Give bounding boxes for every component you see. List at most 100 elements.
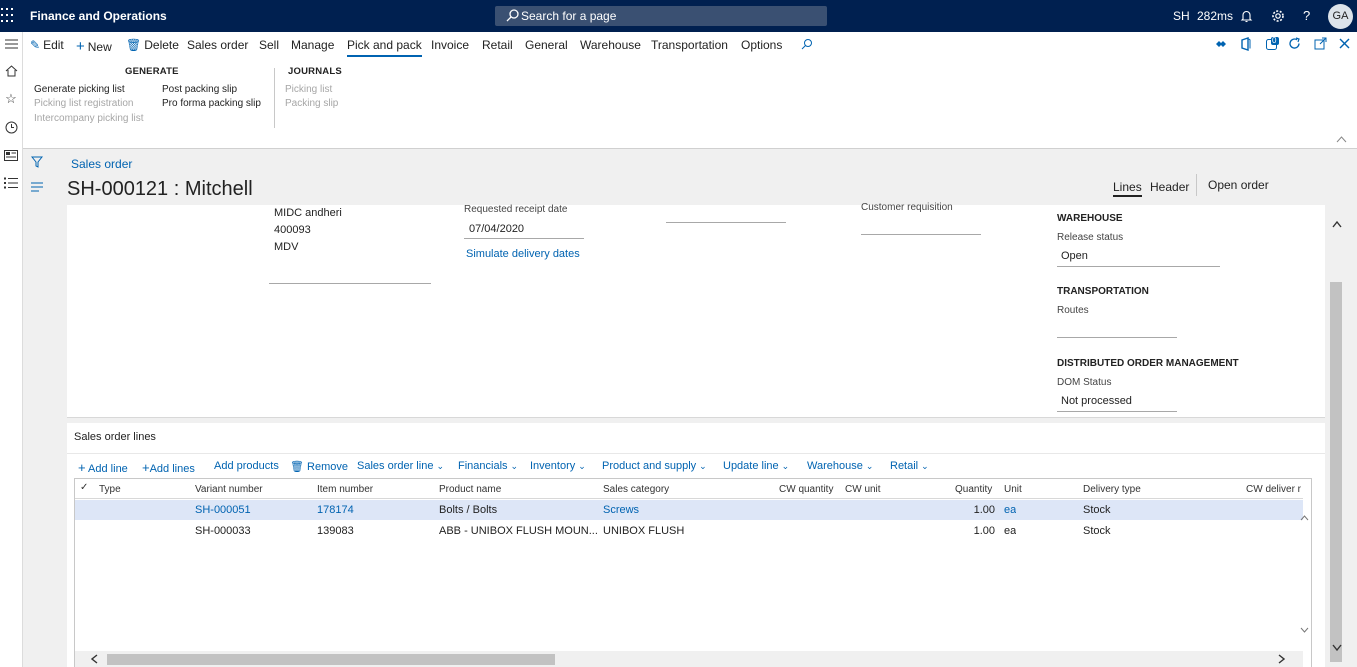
tab-transportation[interactable]: Transportation [651, 38, 728, 52]
grid-vertical-scrollbar[interactable] [1299, 499, 1311, 644]
tab-invoice[interactable]: Invoice [431, 38, 469, 52]
grid-horizontal-scrollbar[interactable] [75, 651, 1303, 667]
warehouse-menu[interactable]: Warehouse ⌄ [807, 460, 873, 472]
product-and-supply-menu[interactable]: Product and supply ⌄ [602, 460, 707, 472]
cell-variant-number[interactable]: SH-000051 [195, 504, 251, 516]
column-header-item-number[interactable]: Item number [317, 484, 373, 495]
gear-icon[interactable] [1271, 9, 1285, 23]
modules-icon[interactable] [0, 174, 22, 192]
column-header-quantity[interactable]: Quantity [955, 484, 992, 495]
column-header-cw-deliver[interactable]: CW deliver r [1246, 484, 1303, 495]
picking-list-journal-button[interactable]: Picking list [285, 84, 332, 95]
tab-manage[interactable]: Manage [291, 38, 334, 52]
simulate-delivery-dates-link[interactable]: Simulate delivery dates [466, 248, 580, 260]
column-header-product-name[interactable]: Product name [439, 484, 501, 495]
add-lines-button[interactable]: +Add lines [142, 460, 195, 475]
filter-icon[interactable] [31, 156, 43, 168]
add-line-button[interactable]: + Add line [78, 460, 128, 475]
select-all-checkbox[interactable]: ✓ [80, 482, 88, 493]
tab-warehouse[interactable]: Warehouse [580, 38, 641, 52]
delete-button[interactable]: 🗑 Delete [126, 38, 179, 52]
cell-variant-number[interactable]: SH-000033 [195, 525, 251, 537]
scroll-up-icon[interactable] [1332, 221, 1342, 228]
table-row[interactable]: SH-000033 139083 ABB - UNIBOX FLUSH MOUN… [75, 521, 1303, 541]
scroll-down-icon[interactable] [1332, 644, 1342, 651]
list-icon[interactable] [31, 182, 43, 192]
grid-scroll-down-icon[interactable] [1300, 627, 1309, 633]
app-title[interactable]: Finance and Operations [30, 9, 167, 23]
customer-requisition-field[interactable] [861, 234, 981, 235]
grid-scroll-right-icon[interactable] [1278, 654, 1285, 664]
column-header-variant-number[interactable]: Variant number [195, 484, 263, 495]
cell-item-number[interactable]: 139083 [317, 525, 354, 537]
routes-field[interactable] [1057, 337, 1177, 338]
bell-icon[interactable] [1240, 9, 1253, 23]
generate-group-title: GENERATE [125, 66, 179, 77]
column-header-cw-unit[interactable]: CW unit [845, 484, 881, 495]
cell-sales-category[interactable]: UNIBOX FLUSH [603, 525, 684, 537]
hamburger-menu-icon[interactable] [0, 35, 22, 53]
refresh-icon[interactable] [1288, 37, 1301, 50]
retail-menu[interactable]: Retail ⌄ [890, 460, 929, 472]
office-icon[interactable] [1240, 37, 1252, 51]
grid-horizontal-scrollbar-thumb[interactable] [107, 654, 555, 665]
add-products-button[interactable]: Add products [214, 460, 279, 472]
search-input[interactable]: Search for a page [495, 6, 827, 26]
edit-button[interactable]: ✎ Edit [30, 38, 64, 52]
table-row[interactable]: SH-000051 178174 Bolts / Bolts Screws 1.… [75, 500, 1303, 520]
release-status-field[interactable]: Open [1061, 250, 1088, 262]
page-scrollbar[interactable] [1326, 205, 1357, 667]
home-icon[interactable] [0, 62, 22, 80]
clock-icon[interactable] [0, 118, 22, 136]
cell-sales-category[interactable]: Screws [603, 504, 639, 516]
update-line-menu[interactable]: Update line ⌄ [723, 460, 789, 472]
tab-sell[interactable]: Sell [259, 38, 279, 52]
post-packing-slip-button[interactable]: Post packing slip [162, 84, 237, 95]
intercompany-picking-list-button[interactable]: Intercompany picking list [34, 113, 144, 124]
breadcrumb[interactable]: Sales order [71, 157, 132, 171]
help-icon[interactable]: ? [1303, 8, 1310, 23]
inventory-menu[interactable]: Inventory ⌄ [530, 460, 586, 472]
page-scrollbar-thumb[interactable] [1330, 282, 1342, 662]
sales-order-line-menu[interactable]: Sales order line ⌄ [357, 460, 444, 472]
generate-picking-list-button[interactable]: Generate picking list [34, 84, 125, 95]
collapse-action-pane-icon[interactable] [1336, 136, 1347, 143]
packing-slip-journal-button[interactable]: Packing slip [285, 98, 338, 109]
avatar[interactable]: GA [1328, 4, 1353, 29]
cell-unit[interactable]: ea [1004, 525, 1016, 537]
remove-button[interactable]: 🗑 Remove [290, 460, 348, 473]
grid-scroll-left-icon[interactable] [91, 654, 98, 664]
open-new-window-icon[interactable] [1314, 37, 1327, 50]
financials-menu[interactable]: Financials ⌄ [458, 460, 518, 472]
app-launcher-icon[interactable] [0, 8, 14, 24]
sales-order-lines-title[interactable]: Sales order lines [74, 431, 156, 443]
company-picker[interactable]: SH [1173, 9, 1190, 23]
tab-lines[interactable]: Lines [1113, 180, 1142, 197]
pro-forma-packing-slip-button[interactable]: Pro forma packing slip [162, 98, 261, 109]
search-actions-icon[interactable] [801, 38, 813, 50]
dom-status-field[interactable]: Not processed [1061, 395, 1132, 407]
picking-list-registration-button[interactable]: Picking list registration [34, 98, 133, 109]
tab-header[interactable]: Header [1150, 180, 1189, 194]
grid-header-row: ✓ Type Variant number Item number Produc… [75, 479, 1303, 499]
diamond-icon[interactable] [1215, 39, 1227, 49]
cell-unit[interactable]: ea [1004, 504, 1016, 516]
star-icon[interactable]: ☆ [0, 90, 22, 108]
column-header-delivery-type[interactable]: Delivery type [1083, 484, 1141, 495]
requested-receipt-date-field[interactable]: 07/04/2020 [469, 223, 524, 235]
tab-general[interactable]: General [525, 38, 568, 52]
tab-pick-and-pack[interactable]: Pick and pack [347, 38, 422, 57]
cell-item-number[interactable]: 178174 [317, 504, 354, 516]
new-button[interactable]: + New [76, 38, 112, 55]
column-header-cw-quantity[interactable]: CW quantity [779, 484, 833, 495]
tab-sales-order[interactable]: Sales order [187, 38, 248, 52]
column-header-sales-category[interactable]: Sales category [603, 484, 669, 495]
column-header-unit[interactable]: Unit [1004, 484, 1022, 495]
grid-scroll-up-icon[interactable] [1300, 515, 1309, 521]
chevron-down-icon: ⌄ [781, 461, 790, 471]
close-icon[interactable] [1339, 38, 1350, 49]
tab-retail[interactable]: Retail [482, 38, 513, 52]
workspaces-icon[interactable] [0, 146, 22, 164]
tab-options[interactable]: Options [741, 38, 782, 52]
column-header-type[interactable]: Type [99, 484, 121, 495]
